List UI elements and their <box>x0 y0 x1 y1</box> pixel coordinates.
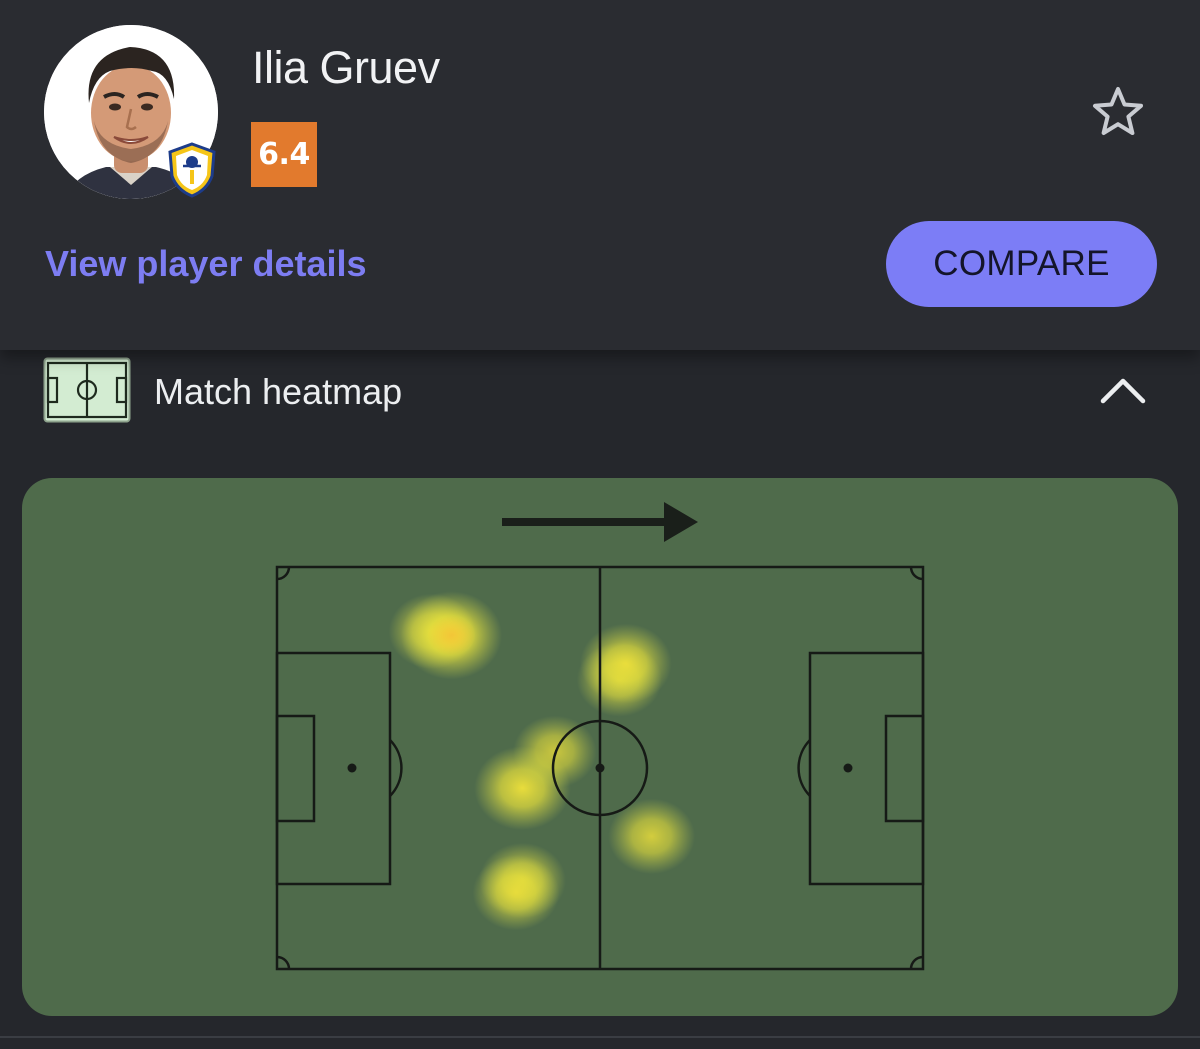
view-player-details-link[interactable]: View player details <box>45 243 367 285</box>
chevron-up-icon[interactable] <box>1098 370 1148 410</box>
attack-direction-arrow-icon <box>502 502 698 542</box>
heatmap-section-title: Match heatmap <box>154 371 403 412</box>
compare-button[interactable]: COMPARE <box>886 221 1157 307</box>
football-pitch-icon <box>43 357 131 423</box>
player-header-card: Ilia Gruev 6.4 View player details COMPA… <box>0 0 1200 350</box>
player-rating-badge: 6.4 <box>251 122 317 187</box>
pitch-spots <box>347 763 853 773</box>
heat-spot-core <box>427 615 476 656</box>
heat-spots <box>388 591 696 931</box>
heatmap-pitch <box>275 502 925 971</box>
star-outline-icon <box>1093 87 1143 135</box>
favorite-button[interactable] <box>1088 82 1148 142</box>
player-name: Ilia Gruev <box>252 42 440 93</box>
section-divider <box>0 1036 1200 1038</box>
heat-spot <box>580 623 672 704</box>
player-match-sheet: Ilia Gruev 6.4 View player details COMPA… <box>0 0 1200 1049</box>
heat-spot <box>472 854 560 931</box>
heatmap-panel <box>22 478 1178 1016</box>
club-crest-icon <box>167 142 217 198</box>
heatmap-section-header[interactable]: Match heatmap <box>0 350 1200 440</box>
